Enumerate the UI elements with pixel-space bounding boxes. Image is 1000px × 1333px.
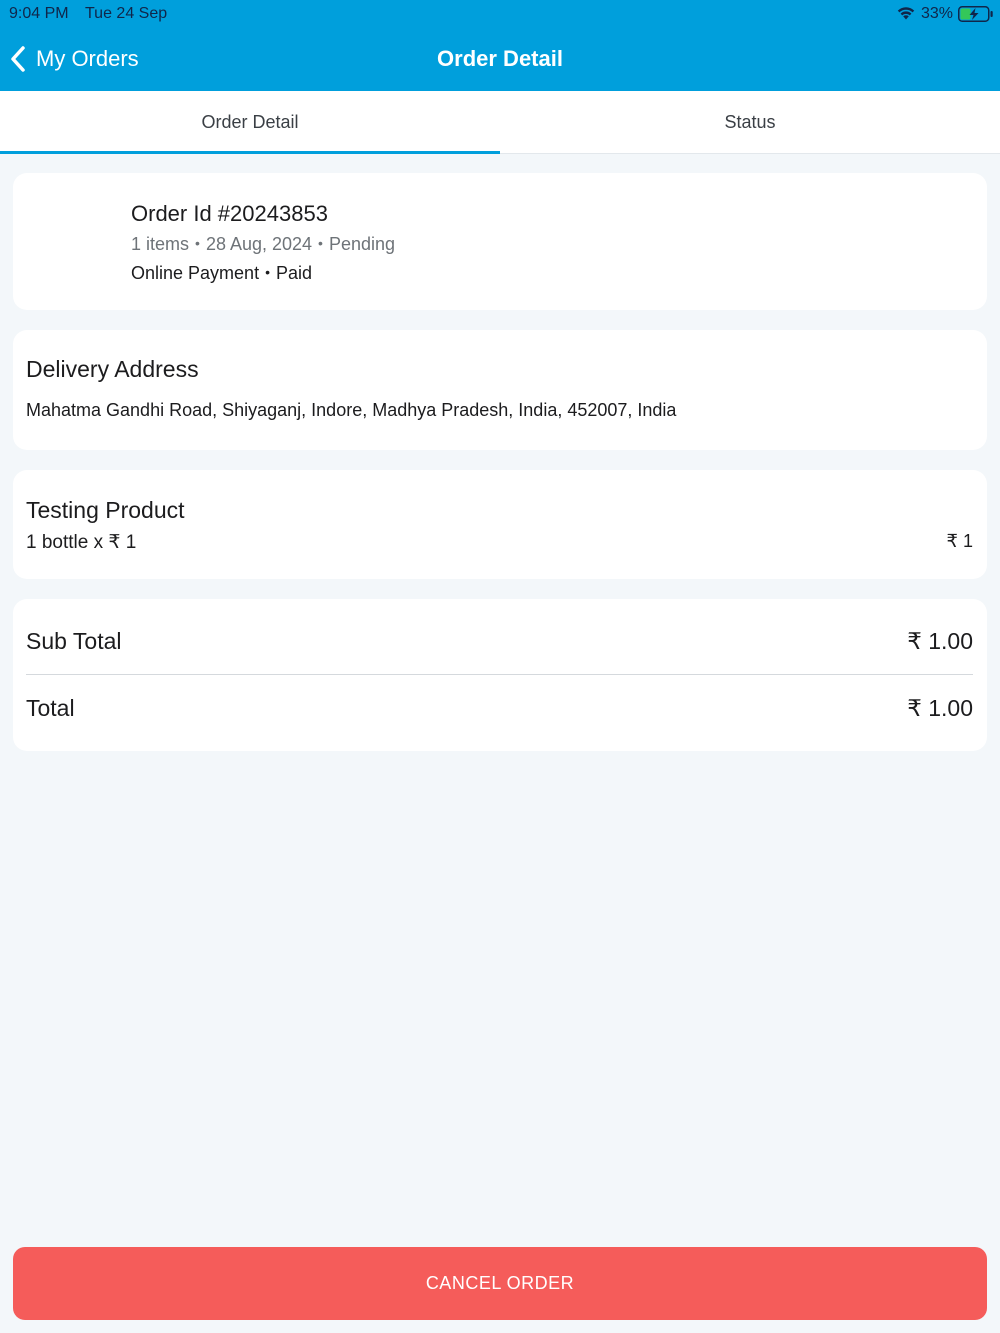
product-price: ₹ 1 [946,531,973,551]
payment-info: Online Payment • Paid [131,263,312,284]
total-row: Total ₹ 1.00 [26,695,973,725]
delivery-address-card: Delivery Address Mahatma Gandhi Road, Sh… [13,330,987,450]
delivery-address-heading: Delivery Address [26,356,199,382]
product-card: Testing Product 1 bottle x ₹ 1 ₹ 1 [13,470,987,579]
separator-dot: • [195,235,200,251]
order-date: 28 Aug, 2024 [205,234,313,254]
active-tab-indicator [0,151,500,154]
navigation-bar: My Orders Order Detail [0,28,1000,91]
separator-dot: • [318,235,323,251]
divider [26,674,973,675]
wifi-icon [897,7,915,20]
total-value: ₹ 1.00 [907,695,973,721]
order-id: Order Id #20243853 [131,201,328,226]
order-item-count: 1 items [131,234,190,254]
tab-status[interactable]: Status [500,91,1000,154]
total-label: Total [26,695,75,721]
status-time: 9:04 PM [9,5,69,22]
totals-card: Sub Total ₹ 1.00 Total ₹ 1.00 [13,599,987,751]
order-summary-card: Order Id #20243853 1 items • 28 Aug, 2024 •… [13,173,987,310]
payment-method: Online Payment [131,263,260,283]
status-date: Tue 24 Sep [85,5,168,22]
delivery-address-text: Mahatma Gandhi Road, Shiyaganj, Indore, … [26,400,677,420]
product-name: Testing Product [26,497,185,523]
battery-percent: 33% [921,5,954,22]
tab-bar: Order Detail Status [0,91,1000,154]
payment-status: Paid [275,263,313,283]
cancel-order-button[interactable]: CANCEL ORDER [13,1247,987,1320]
order-meta: 1 items • 28 Aug, 2024 • Pending [131,234,395,255]
subtotal-value: ₹ 1.00 [907,628,973,654]
separator-dot: • [265,264,270,280]
subtotal-row: Sub Total ₹ 1.00 [26,628,973,658]
product-quantity: 1 bottle x ₹ 1 [26,532,137,553]
battery-charging-icon [958,6,993,22]
subtotal-label: Sub Total [26,628,122,654]
page-title: Order Detail [437,46,563,71]
tab-order-detail[interactable]: Order Detail [0,91,500,154]
status-bar: 9:04 PM Tue 24 Sep 33% [0,0,1000,28]
order-status: Pending [328,234,396,254]
